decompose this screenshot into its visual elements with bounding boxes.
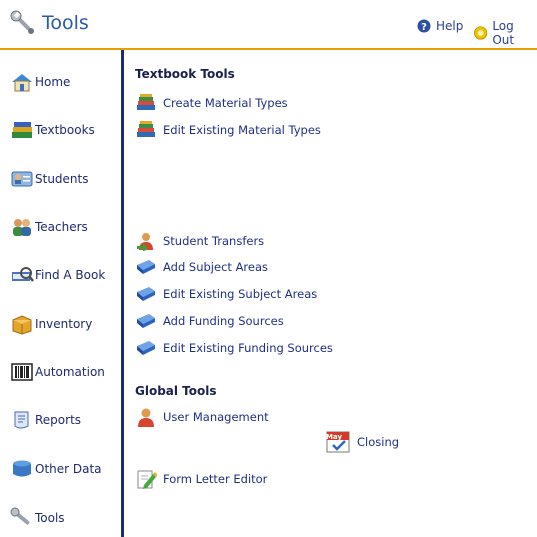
books-icon [12,122,32,138]
logout-link[interactable]: Log Out [474,19,537,47]
sidebar-item-teachers[interactable]: Teachers [10,214,88,240]
user-management-link[interactable]: User Management [135,407,269,427]
sidebar-item-label: Other Data [35,462,102,476]
link-label: Edit Existing Material Types [163,123,321,137]
help-icon: ? [417,19,431,33]
barcode-icon [11,363,33,381]
link-label: Create Material Types [163,96,288,110]
form-letter-editor-link[interactable]: Form Letter Editor [135,469,267,489]
link-label: Form Letter Editor [163,472,268,486]
sidebar-item-label: Textbooks [35,123,95,137]
sidebar-item-label: Tools [35,511,65,525]
add-subject-areas-link[interactable]: Add Subject Areas [135,257,268,277]
sidebar-item-label: Home [35,75,71,89]
link-label: User Management [163,410,269,424]
user-icon [138,408,154,427]
sidebar-item-label: Students [35,172,89,186]
teachers-icon [13,219,31,236]
sidebar-item-other-data[interactable]: Other Data [10,456,102,482]
logout-icon [474,26,488,40]
calendar-month-text: May [326,433,342,441]
section-title-global-tools: Global Tools [135,384,217,398]
calendar-icon: May [326,431,350,453]
help-label: Help [436,19,464,33]
box-icon [12,315,32,335]
sidebar-item-label: Teachers [35,220,88,234]
link-label: Add Subject Areas [163,260,269,274]
wrench-icon [10,507,30,525]
student-card-icon [11,171,33,187]
sidebar-item-inventory[interactable]: Inventory [10,311,92,337]
sidebar-item-textbooks[interactable]: Textbooks [10,117,95,143]
create-material-types-link[interactable]: Create Material Types [135,93,288,113]
page-header: Tools ? Help Log Out [0,0,537,50]
student-transfers-link[interactable]: Student Transfers [135,231,264,251]
edit-material-types-link[interactable]: Edit Existing Material Types [135,120,321,140]
link-label: Edit Existing Funding Sources [163,341,333,355]
book-stack-icon [137,121,155,137]
blue-book-icon [137,260,155,274]
svg-text:?: ? [421,22,427,33]
sidebar-item-label: Reports [35,413,82,427]
link-label: Add Funding Sources [163,314,284,328]
house-icon [12,74,32,92]
wrench-icon [10,10,34,34]
section-title-textbook-tools: Textbook Tools [135,67,235,81]
user-transfer-icon [137,233,153,251]
help-link[interactable]: ? Help [417,19,463,33]
edit-funding-sources-link[interactable]: Edit Existing Funding Sources [135,338,333,358]
sidebar-item-reports[interactable]: Reports [10,407,81,433]
link-label: Edit Existing Subject Areas [163,287,318,301]
blue-book-icon [137,287,155,301]
sidebar-item-home[interactable]: Home [10,69,70,95]
blue-book-icon [137,314,155,328]
sidebar-item-find-a-book[interactable]: Find A Book [10,262,105,288]
report-icon [14,411,29,429]
sidebar-item-label: Find A Book [35,268,106,282]
link-label: Student Transfers [163,234,265,248]
main-content: Textbook Tools Create Material Types Edi… [124,50,537,537]
sidebar-item-tools[interactable]: Tools [10,505,65,531]
pencil-document-icon [137,470,157,489]
sidebar-nav: Home Textbooks Students Teachers Find A … [0,50,124,537]
sidebar-item-automation[interactable]: Automation [10,359,105,385]
sidebar-item-students[interactable]: Students [10,166,89,192]
logout-label: Log Out [492,19,515,47]
closing-link[interactable]: May Closing [325,430,399,454]
page-title: Tools [42,12,89,34]
sidebar-item-label: Inventory [35,317,93,331]
link-label: Closing [357,435,400,449]
add-funding-sources-link[interactable]: Add Funding Sources [135,311,284,331]
blue-book-icon [137,341,155,355]
book-stack-icon [137,94,155,110]
database-icon [13,460,31,477]
sidebar-item-label: Automation [35,365,105,379]
find-book-icon [12,267,34,282]
edit-subject-areas-link[interactable]: Edit Existing Subject Areas [135,284,317,304]
